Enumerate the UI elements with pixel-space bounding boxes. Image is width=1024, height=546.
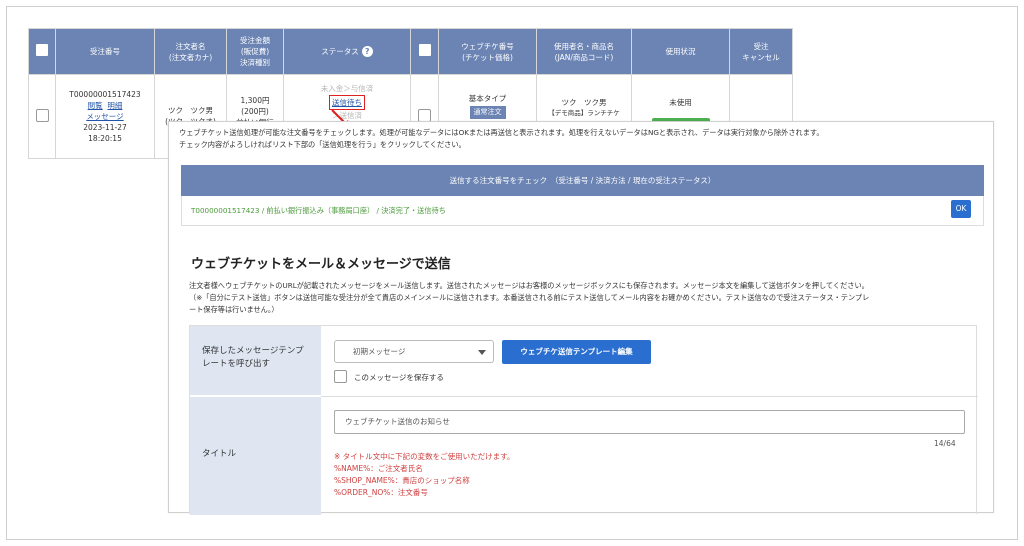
title-label: タイトル: [190, 397, 321, 515]
ok-badge[interactable]: OK: [951, 200, 971, 218]
template-select[interactable]: 初期メッセージ: [334, 340, 494, 363]
note-line: %ORDER_NO%：注文番号: [334, 488, 428, 497]
title-input[interactable]: ウェブチケット送信のお知らせ: [334, 410, 965, 434]
order-type-chip: 通常注文: [469, 106, 506, 119]
header-amount: 受注金額 (販促費) 決済種別: [226, 28, 284, 75]
send-ticket-panel: ウェブチケット送信処理が可能な注文番号をチェックします。処理が可能なデータにはO…: [168, 121, 994, 515]
help-icon[interactable]: ?: [361, 46, 373, 58]
ticket-type: 基本タイプ: [468, 94, 507, 103]
promo-cost: (200円): [241, 107, 269, 116]
desc-line-3: ート保存等は行いません。）: [189, 305, 279, 314]
form-divider: [321, 396, 978, 397]
header-orderer: 注文者名 (注文者カナ): [154, 28, 227, 75]
header-cancel: 受注 キャンセル: [729, 28, 793, 75]
row-checkbox[interactable]: [35, 108, 49, 122]
template-edit-button[interactable]: ウェブチケ送信テンプレート編集: [502, 340, 651, 364]
detail-link[interactable]: 明細: [107, 101, 122, 110]
order-no-cell: T00000001517423 閲覧 明細 メッセージ 2023-11-27 1…: [55, 74, 155, 159]
header-checkbox-cell-2[interactable]: [410, 28, 439, 75]
status-current[interactable]: 送信待ち: [332, 98, 362, 107]
template-select-value: 初期メッセージ: [353, 347, 406, 356]
note-line: %SHOP_NAME%：貴店のショップ名称: [334, 476, 470, 485]
header-ticket-no: ウェブチケ番号 (チケット価格): [438, 28, 537, 75]
save-message-label: このメッセージを保存する: [354, 373, 444, 382]
header-status: ステータス?: [283, 28, 411, 75]
product-name: 【デモ商品】ランチチケ: [548, 109, 620, 117]
select-all-ticket-checkbox[interactable]: [418, 44, 431, 56]
header-usage: 使用状況: [631, 28, 730, 75]
orderer-name: ツク ツク男: [168, 106, 213, 115]
header-user-product: 使用者名・商品名 (JAN/商品コード): [536, 28, 632, 75]
message-form: 保存したメッセージテンプ レートを呼び出す タイトル 初期メッセージ ウェブチケ…: [189, 325, 978, 515]
row-checkbox-cell[interactable]: [28, 74, 56, 159]
header-checkbox-cell[interactable]: [28, 28, 56, 75]
save-message-checkbox[interactable]: [334, 370, 347, 383]
check-list-row: T00000001517423 / 前払い銀行振込み（事務局口座） / 決済完了…: [181, 196, 984, 226]
note-line: ※ タイトル文中に下記の変数をご使用いただけます。: [334, 452, 515, 461]
desc-line-1: 注文者様へウェブチケットのURLが記載されたメッセージをメール送信します。送信さ…: [189, 281, 869, 290]
status-prev: 未入金＞与信済: [320, 84, 374, 93]
ticket-checkbox[interactable]: [418, 108, 431, 122]
user-name: ツク ツク男: [561, 98, 607, 107]
section-description: 注文者様へウェブチケットのURLが記載されたメッセージをメール送信します。送信さ…: [189, 280, 979, 316]
check-row-text: T00000001517423 / 前払い銀行振込み（事務局口座） / 決済完了…: [191, 206, 446, 215]
title-variable-notes: ※ タイトル文中に下記の変数をご使用いただけます。 %NAME%：ご注文者氏名 …: [334, 451, 514, 499]
section-title: ウェブチケットをメール＆メッセージで送信: [191, 257, 451, 272]
note-line: %NAME%：ご注文者氏名: [334, 464, 423, 473]
order-time: 18:20:15: [88, 134, 122, 143]
order-date: 2023-11-27: [83, 123, 127, 132]
chevron-down-icon: [478, 350, 486, 355]
usage-status: 未使用: [669, 98, 692, 107]
template-label: 保存したメッセージテンプ レートを呼び出す: [190, 326, 321, 396]
title-char-counter: 14/64: [934, 439, 956, 448]
message-link[interactable]: メッセージ: [86, 112, 123, 121]
intro-line-2: チェック内容がよろしければリスト下部の「送信処理を行う」をクリックしてください。: [179, 140, 466, 149]
intro-line-1: ウェブチケット送信処理が可能な注文番号をチェックします。処理が可能なデータにはO…: [179, 128, 824, 137]
header-order-no: 受注番号: [55, 28, 155, 75]
order-no: T00000001517423: [69, 90, 141, 99]
desc-line-2: （※「自分にテスト送信」ボタンは送信可能な受注分が全て貴店のメインメールに送信さ…: [189, 293, 870, 302]
check-list-header: 送信する注文番号をチェック （受注番号 / 決済方法 / 現在の受注ステータス）: [181, 165, 984, 196]
panel-intro: ウェブチケット送信処理が可能な注文番号をチェックします。処理が可能なデータにはO…: [179, 127, 989, 151]
select-all-checkbox[interactable]: [36, 44, 48, 56]
table-header-row: 受注番号 注文者名 (注文者カナ) 受注金額 (販促費) 決済種別 ステータス? ウェ…: [28, 28, 793, 75]
amount: 1,300円: [240, 96, 270, 105]
view-link[interactable]: 閲覧: [88, 101, 103, 110]
